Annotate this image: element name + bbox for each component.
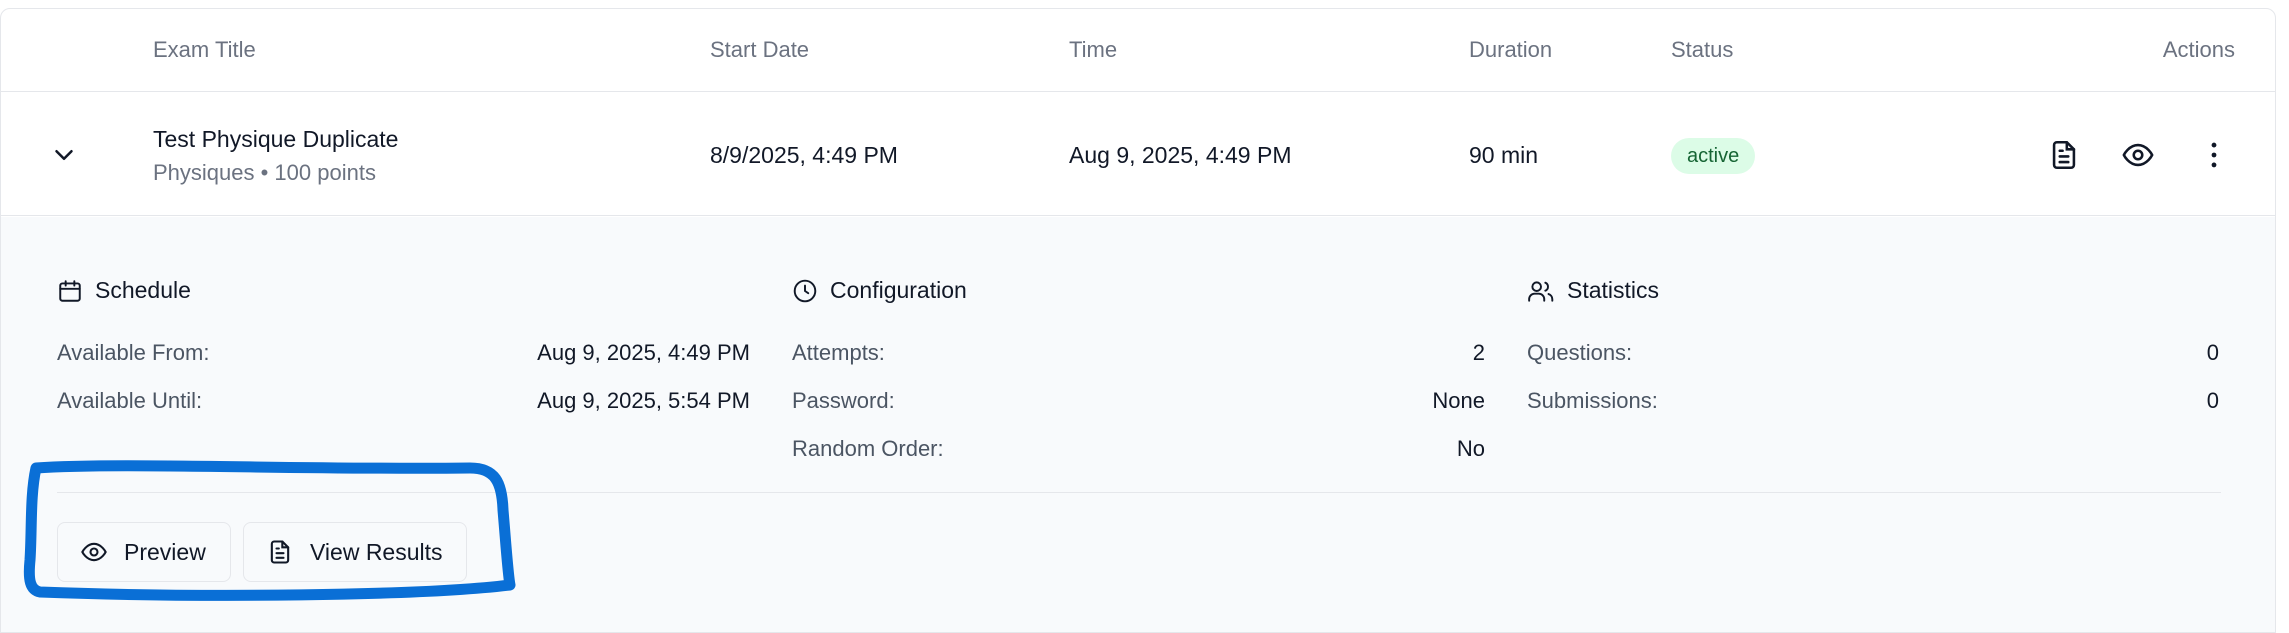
column-header-status[interactable]: Status xyxy=(1671,37,1733,63)
available-until-label: Available Until: xyxy=(57,388,203,413)
more-options-button[interactable] xyxy=(2197,138,2231,172)
preview-action-button[interactable] xyxy=(2121,138,2155,172)
exam-duration: 90 min xyxy=(1469,142,1539,168)
more-vertical-icon xyxy=(2211,142,2217,168)
file-text-icon xyxy=(270,540,290,564)
calendar-icon xyxy=(59,279,81,302)
column-header-start-date[interactable]: Start Date xyxy=(710,37,809,63)
preview-button-label: Preview xyxy=(124,538,206,565)
attempts-label: Attempts: xyxy=(792,340,885,365)
column-header-exam-title[interactable]: Exam Title xyxy=(153,37,256,63)
password-label: Password: xyxy=(792,388,895,413)
schedule-heading-label: Schedule xyxy=(95,277,191,303)
configuration-heading: Configuration xyxy=(792,277,967,304)
statistics-heading-label: Statistics xyxy=(1567,277,1660,303)
users-icon xyxy=(1528,280,1554,302)
column-header-time[interactable]: Time xyxy=(1069,37,1117,63)
column-header-duration[interactable]: Duration xyxy=(1469,37,1552,63)
available-from-value: Aug 9, 2025, 4:49 PM xyxy=(537,340,750,365)
configuration-heading-label: Configuration xyxy=(830,277,967,303)
table-row[interactable]: Test Physique Duplicate Physiques • 100 … xyxy=(1,92,2275,216)
exam-time: Aug 9, 2025, 4:49 PM xyxy=(1069,142,1292,168)
status-badge: active xyxy=(1671,138,1756,174)
random-order-value: No xyxy=(1456,436,1485,461)
file-text-icon xyxy=(2052,140,2076,170)
results-action-button[interactable] xyxy=(2047,138,2081,172)
attempts-value: 2 xyxy=(1472,340,1485,365)
questions-value: 0 xyxy=(2206,340,2219,365)
questions-label: Questions: xyxy=(1527,340,1633,365)
statistics-heading: Statistics xyxy=(1527,277,1659,304)
exam-title: Test Physique Duplicate xyxy=(153,126,399,152)
chevron-down-icon xyxy=(55,150,73,160)
exam-start-date: 8/9/2025, 4:49 PM xyxy=(710,142,898,168)
eye-icon xyxy=(2122,143,2154,167)
view-results-button-label: View Results xyxy=(310,538,443,565)
preview-button[interactable]: Preview xyxy=(57,522,231,582)
exam-details-panel: Schedule Available From: Aug 9, 2025, 4:… xyxy=(1,217,2275,632)
clock-icon xyxy=(793,279,817,302)
eye-icon xyxy=(81,542,107,562)
submissions-value: 0 xyxy=(2206,388,2219,413)
schedule-heading: Schedule xyxy=(57,277,191,304)
random-order-label: Random Order: xyxy=(792,436,944,461)
submissions-label: Submissions: xyxy=(1527,388,1658,413)
collapse-row-button[interactable] xyxy=(49,140,79,170)
exams-table: Exam Title Start Date Time Duration Stat… xyxy=(0,8,2276,633)
table-header: Exam Title Start Date Time Duration Stat… xyxy=(1,9,2275,92)
column-header-actions: Actions xyxy=(2162,37,2235,62)
view-results-button[interactable]: View Results xyxy=(243,522,467,582)
available-from-label: Available From: xyxy=(57,340,210,365)
exam-subtitle: Physiques • 100 points xyxy=(153,160,376,185)
password-value: None xyxy=(1432,388,1485,413)
panel-divider xyxy=(57,492,2221,493)
available-until-value: Aug 9, 2025, 5:54 PM xyxy=(537,388,750,413)
